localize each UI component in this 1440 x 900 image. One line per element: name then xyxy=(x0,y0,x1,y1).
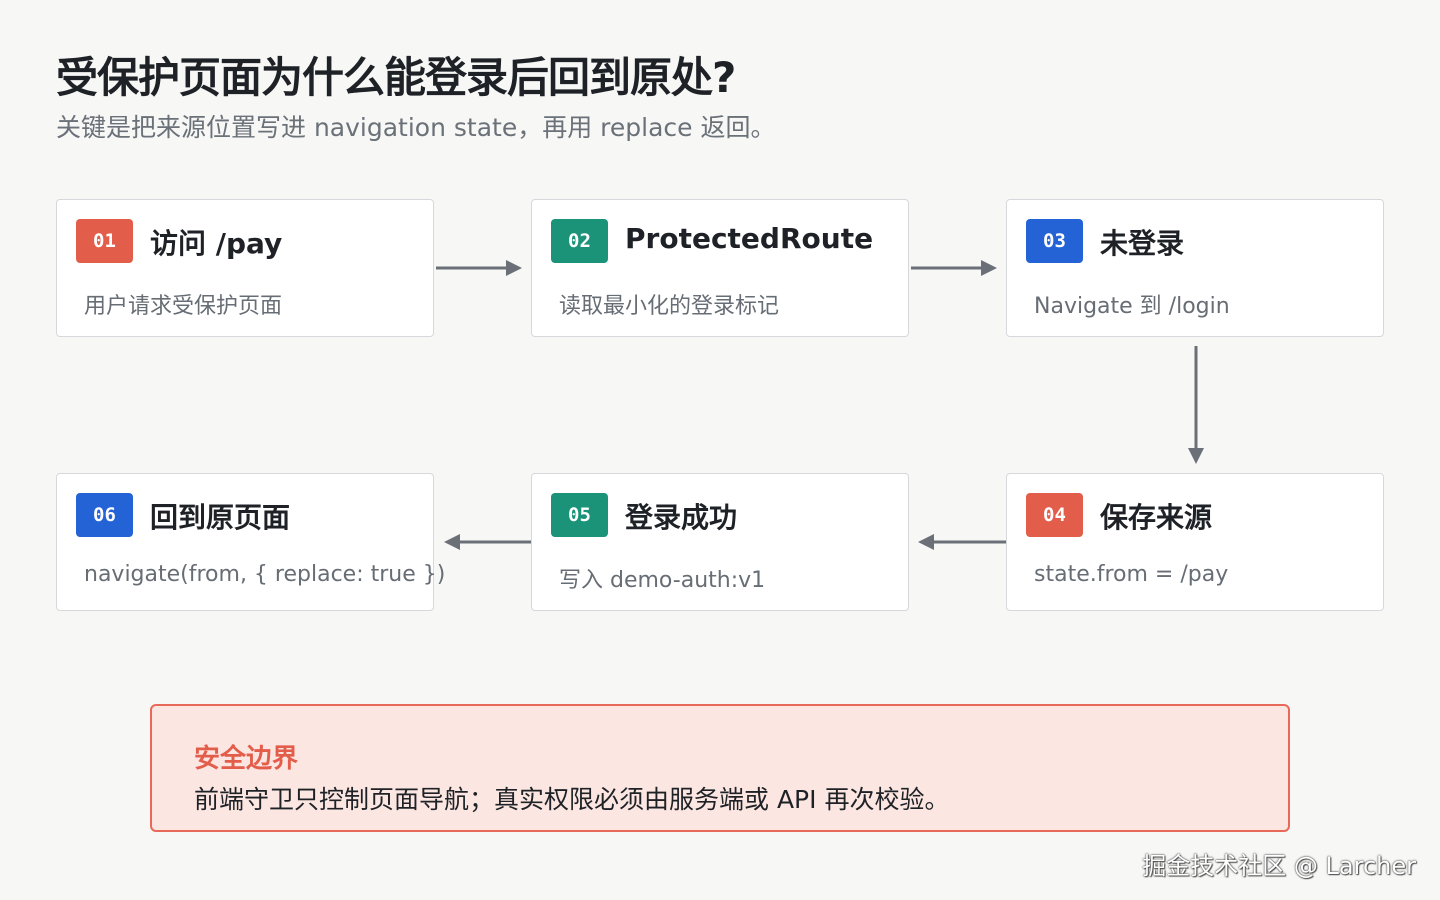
callout-title: 安全边界 xyxy=(194,744,299,774)
security-boundary-callout: 安全边界 前端守卫只控制页面导航；真实权限必须由服务端或 API 再次校验。 xyxy=(150,704,1290,832)
arrow-01-to-02 xyxy=(436,260,522,276)
arrow-05-to-06 xyxy=(444,534,531,550)
arrow-04-to-05 xyxy=(918,534,1006,550)
callout-text: 前端守卫只控制页面导航；真实权限必须由服务端或 API 再次校验。 xyxy=(194,785,950,814)
arrow-03-to-04 xyxy=(1188,346,1204,464)
arrow-02-to-03 xyxy=(911,260,997,276)
watermark: 掘金技术社区 @ Larcher xyxy=(1142,852,1416,880)
